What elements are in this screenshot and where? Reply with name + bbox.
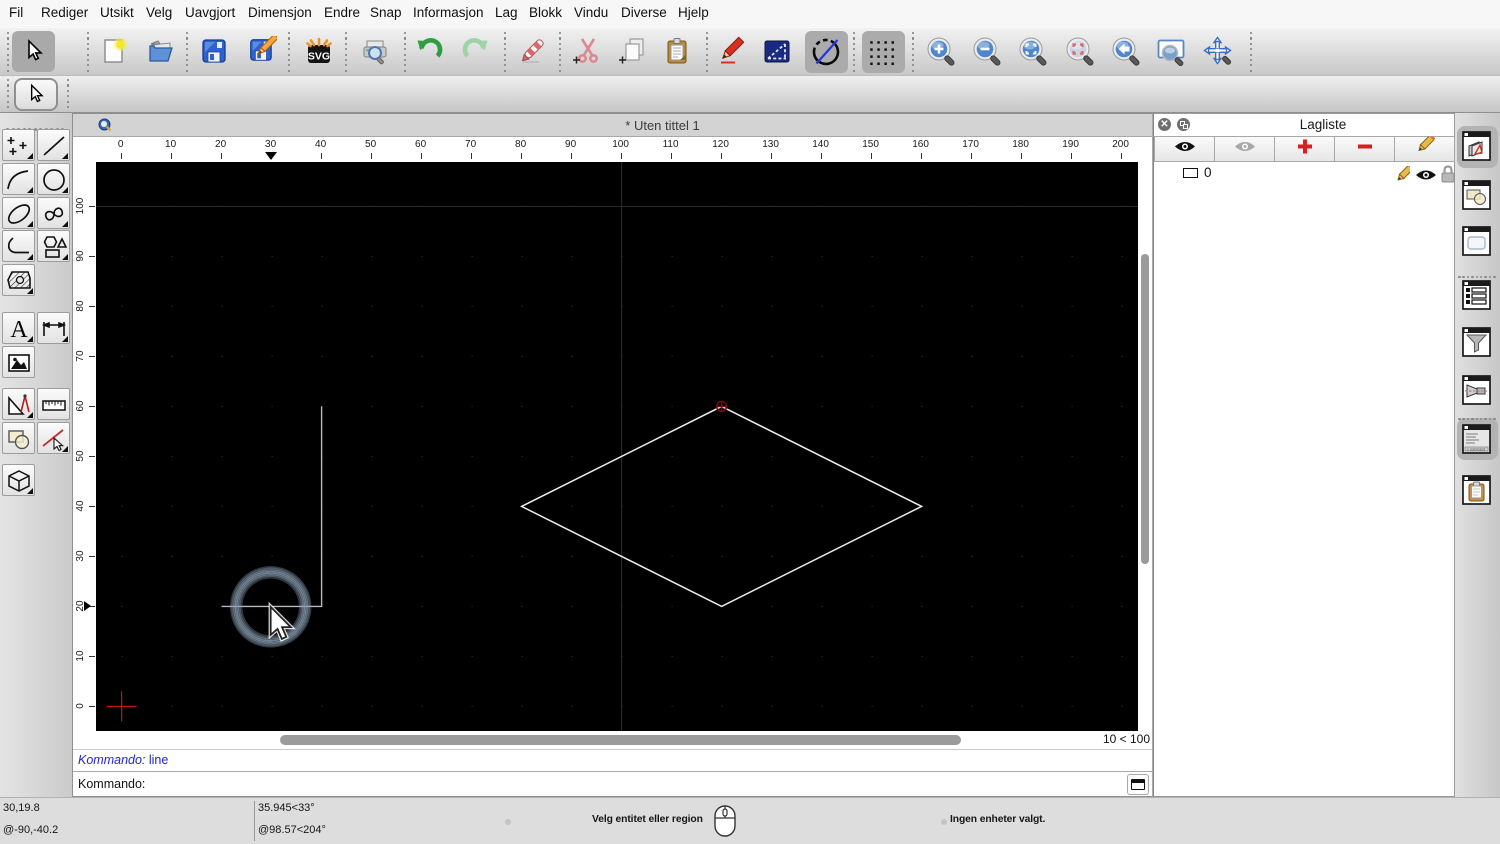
svg-text:c command: c command [1467,448,1485,452]
svg-text:A: A [10,317,28,342]
svg-text:SVG: SVG [307,51,329,63]
